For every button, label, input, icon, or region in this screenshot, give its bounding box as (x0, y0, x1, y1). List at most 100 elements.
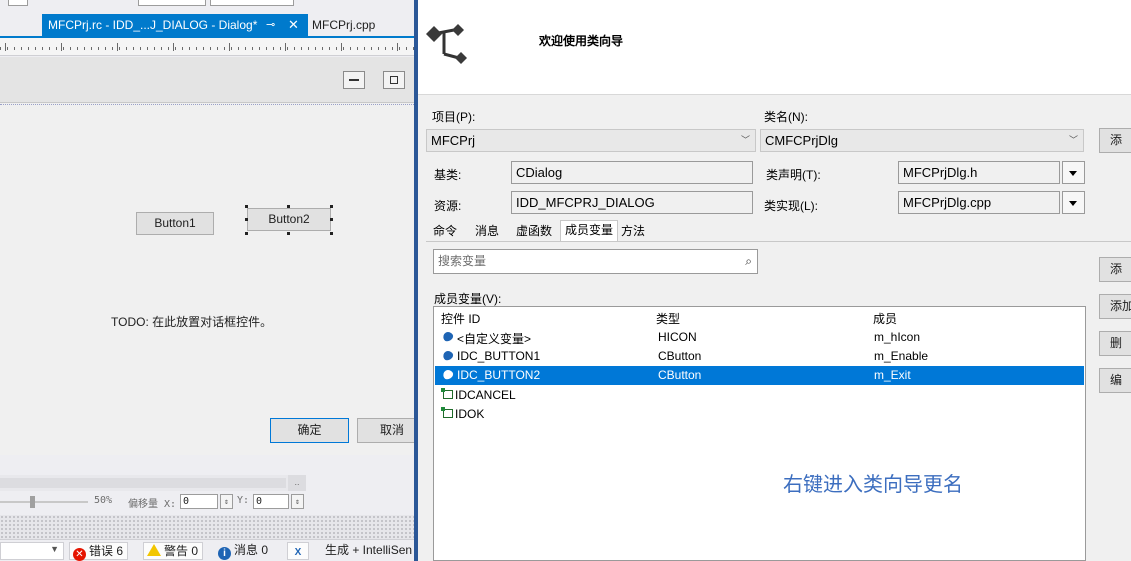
maximize-button[interactable] (383, 71, 405, 89)
horizontal-scrollbar[interactable]: .. (0, 475, 306, 491)
variable-icon (441, 330, 455, 343)
declaration-label: 类声明(T): (766, 168, 821, 182)
baseclass-field[interactable]: CDialog (511, 161, 753, 184)
table-row[interactable]: IDC_BUTTON1 CButton m_Enable (435, 347, 1084, 366)
tab-dialog-rc[interactable]: MFCPrj.rc - IDD_...J_DIALOG - Dialog* ⊸ … (42, 14, 308, 36)
tab-member-variables[interactable]: 成员变量 (560, 220, 619, 242)
resize-handle[interactable] (245, 232, 248, 235)
search-variables-input[interactable]: 搜索变量 ⌕ (433, 249, 758, 274)
table-row[interactable]: IDCANCEL (435, 386, 1084, 405)
warning-icon (147, 544, 161, 556)
pin-icon[interactable]: ⊸ (266, 14, 275, 36)
resize-handle[interactable] (287, 205, 290, 208)
errors-filter-button[interactable]: ✕ 错误 6 (69, 542, 129, 561)
minimize-icon (349, 79, 359, 81)
table-row-selected[interactable]: IDC_BUTTON2 CButton m_Exit (435, 366, 1084, 385)
cell-member: m_hIcon (874, 330, 921, 344)
class-wizard-window: 欢迎使用类向导 项目(P): 类名(N): MFCPrj ﹀ CMFCPrjDl… (418, 0, 1131, 561)
dialog-title-bar (0, 57, 418, 103)
cell-type: CButton (658, 349, 702, 363)
resource-field[interactable]: IDD_MFCPRJ_DIALOG (511, 191, 753, 214)
offset-x-input[interactable]: 0 (180, 494, 218, 509)
zoom-slider-thumb[interactable] (30, 496, 35, 508)
delete-variable-button[interactable]: 删 (1099, 331, 1131, 356)
resize-handle[interactable] (330, 205, 333, 208)
close-icon[interactable]: ✕ (288, 14, 299, 36)
member-variables-list[interactable]: 控件 ID 类型 成员 <自定义变量> HICON m_hIcon IDC_BU… (433, 306, 1086, 561)
resource-label: 资源: (434, 199, 462, 213)
clear-filter-button[interactable]: X (287, 542, 309, 560)
info-icon: i (218, 547, 231, 560)
offset-x-spinner[interactable]: ⇕ (220, 494, 233, 509)
offset-y-spinner[interactable]: ⇕ (291, 494, 304, 509)
messages-filter-button[interactable]: i 消息 0 (218, 542, 268, 560)
declaration-field[interactable]: MFCPrjDlg.h (898, 161, 1060, 184)
table-row[interactable]: <自定义变量> HICON m_hIcon (435, 328, 1084, 347)
dialog-surface[interactable]: Button1 Button2 TODO: 在此放置对话框控件。 确定 取消 (0, 104, 418, 455)
implementation-field[interactable]: MFCPrjDlg.cpp (898, 191, 1060, 214)
resize-handle[interactable] (245, 218, 248, 221)
tab-commands[interactable]: 命令 (433, 222, 457, 242)
resize-handle[interactable] (245, 205, 248, 208)
toolbar-combo[interactable] (210, 0, 294, 6)
resize-handle[interactable] (287, 232, 290, 235)
class-wizard-icon (426, 24, 467, 64)
search-icon[interactable]: ⌕ (745, 250, 752, 273)
chevron-down-icon: ▼ (50, 544, 59, 554)
column-header-control-id[interactable]: 控件 ID (441, 310, 480, 327)
column-header-type[interactable]: 类型 (656, 310, 680, 327)
dialog-designer: Button1 Button2 TODO: 在此放置对话框控件。 确定 取消 (0, 57, 418, 455)
tab-messages[interactable]: 消息 (475, 222, 499, 242)
cancel-button[interactable]: 取消 (357, 418, 418, 443)
button1-control[interactable]: Button1 (136, 212, 214, 235)
variable-icon (441, 368, 455, 381)
toolbar-icon[interactable] (8, 0, 28, 6)
classname-dropdown[interactable]: CMFCPrjDlg ﹀ (760, 129, 1084, 152)
search-placeholder: 搜索变量 (438, 254, 487, 268)
error-list-toolbar: ▼ ✕ 错误 6 警告 0 i 消息 0 X 生成 + IntelliSen (0, 539, 418, 561)
minimize-button[interactable] (343, 71, 365, 89)
resize-handle[interactable] (330, 232, 333, 235)
errors-count: 错误 6 (89, 544, 124, 558)
wizard-heading: 欢迎使用类向导 (539, 34, 624, 48)
annotation-note: 右键进入类向导更名 (783, 472, 963, 496)
chevron-down-icon: ﹀ (740, 135, 750, 145)
project-value: MFCPrj (431, 133, 476, 148)
ruler (0, 38, 418, 56)
scroll-more-button[interactable]: .. (288, 475, 306, 491)
tab-mfcprj-cpp[interactable]: MFCPrj.cpp (312, 14, 375, 36)
screenshot-root: MFCPrj.rc - IDD_...J_DIALOG - Dialog* ⊸ … (0, 0, 1131, 561)
classname-value: CMFCPrjDlg (765, 133, 838, 148)
build-intellisense-dropdown[interactable]: 生成 + IntelliSen (325, 542, 412, 560)
add-class-button[interactable]: 添 (1099, 128, 1131, 153)
toolbar-combo[interactable] (138, 0, 206, 6)
resize-handle[interactable] (330, 218, 333, 221)
todo-label[interactable]: TODO: 在此放置对话框控件。 (111, 313, 272, 330)
offset-y-input[interactable]: 0 (253, 494, 289, 509)
classname-label: 类名(N): (764, 110, 808, 124)
splitter-band[interactable] (0, 515, 418, 539)
implementation-dropdown-button[interactable] (1062, 191, 1085, 214)
edit-code-button[interactable]: 编 (1099, 368, 1131, 393)
toolbar-strip (0, 0, 418, 14)
tab-virtual-functions[interactable]: 虚函数 (516, 222, 552, 242)
declaration-dropdown-button[interactable] (1062, 161, 1085, 184)
button2-control[interactable]: Button2 (247, 208, 331, 231)
project-dropdown[interactable]: MFCPrj ﹀ (426, 129, 756, 152)
table-row[interactable]: IDOK (435, 405, 1084, 424)
zoom-slider[interactable] (0, 501, 88, 503)
add-custom-button[interactable]: 添加 (1099, 294, 1131, 319)
tab-methods[interactable]: 方法 (621, 222, 645, 242)
cell-control-id: IDC_BUTTON1 (457, 349, 541, 363)
zoom-percent: 50% (94, 495, 113, 506)
cell-control-id: IDC_BUTTON2 (457, 368, 541, 382)
column-header-member[interactable]: 成员 (873, 310, 897, 327)
add-variable-button[interactable]: 添 (1099, 257, 1131, 282)
cell-control-id: IDOK (455, 407, 485, 421)
scroll-track[interactable] (0, 478, 286, 488)
variable-icon (441, 349, 455, 362)
warnings-filter-button[interactable]: 警告 0 (143, 542, 204, 560)
control-icon (441, 407, 453, 418)
ok-button[interactable]: 确定 (270, 418, 349, 443)
scope-dropdown[interactable]: ▼ (0, 542, 64, 560)
